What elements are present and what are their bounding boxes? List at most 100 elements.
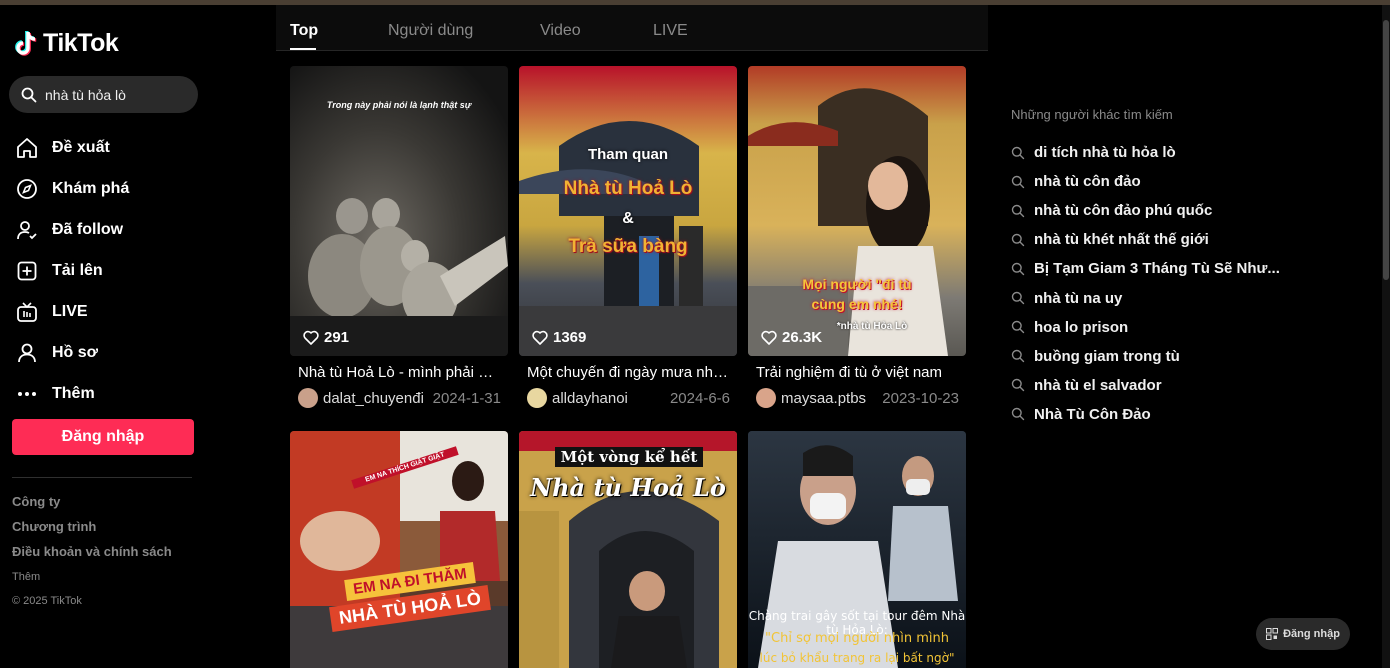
related-search-label: nhà tù na uy xyxy=(1034,289,1123,307)
search-icon xyxy=(1011,175,1025,188)
woman-at-prison-image xyxy=(748,88,948,356)
tab-video[interactable]: Video xyxy=(540,22,581,40)
related-search-item[interactable]: nhà tù côn đảo xyxy=(1011,167,1280,196)
author-name[interactable]: dalat_chuyenđi xyxy=(323,390,425,407)
tab-top[interactable]: Top xyxy=(290,22,318,40)
video-card[interactable]: EM NA THÍCH GIẬT GIẬT EM NA ĐI THĂM NHÀ … xyxy=(290,431,508,668)
footer-link-more[interactable]: Thêm xyxy=(12,569,172,594)
compass-icon xyxy=(16,178,38,200)
search-input[interactable]: nhà tù hỏa lò xyxy=(9,76,198,113)
video-thumbnail[interactable]: Một vòng kể hết Nhà tù Hoả Lò xyxy=(519,431,737,668)
tiktok-logo[interactable]: TikTok xyxy=(15,29,119,58)
search-tabs: Top Người dùng Video LIVE xyxy=(276,5,988,51)
search-icon xyxy=(1011,262,1025,276)
video-thumbnail[interactable]: Mọi người "đi tù cùng em nhé! *nhà tù Hỏ… xyxy=(748,66,966,356)
related-search-item[interactable]: nhà tù el salvador xyxy=(1011,371,1280,400)
related-search-item[interactable]: di tích nhà tù hỏa lò xyxy=(1011,138,1280,167)
related-search-item[interactable]: nhà tù khét nhất thế giới xyxy=(1011,225,1280,254)
search-icon xyxy=(1011,320,1025,334)
nav-label: LIVE xyxy=(52,302,88,320)
search-icon xyxy=(1011,408,1025,421)
search-icon xyxy=(1011,146,1025,159)
search-icon xyxy=(1011,204,1025,217)
avatar[interactable] xyxy=(756,388,776,408)
author-name[interactable]: alldayhanoi xyxy=(552,390,662,407)
nav-label: Thêm xyxy=(52,384,95,402)
search-icon xyxy=(1011,350,1025,363)
search-icon xyxy=(1011,379,1025,392)
related-search-label: nhà tù el salvador xyxy=(1034,376,1162,394)
video-card[interactable]: Mọi người "đi tù cùng em nhé! *nhà tù Hỏ… xyxy=(748,66,966,408)
related-search-item[interactable]: buồng giam trong tù xyxy=(1011,342,1280,371)
heart-icon xyxy=(532,330,548,345)
author-name[interactable]: maysaa.ptbs xyxy=(781,390,874,407)
tab-users[interactable]: Người dùng xyxy=(388,22,473,40)
overlay-line-2: cùng em nhé! xyxy=(811,296,903,312)
video-card[interactable]: Chàng trai gây sốt tại tour đêm Nhà tù H… xyxy=(748,431,966,668)
avatar[interactable] xyxy=(527,388,547,408)
copyright: © 2025 TikTok xyxy=(12,595,82,607)
related-search-item[interactable]: nhà tù na uy xyxy=(1011,283,1280,312)
active-tab-indicator xyxy=(290,48,316,50)
floating-login-button[interactable]: Đăng nhập xyxy=(1256,618,1350,650)
video-card[interactable]: Một vòng kể hết Nhà tù Hoả Lò xyxy=(519,431,737,668)
main-nav: Đề xuất Khám phá Đã follow Tải lên LIVE xyxy=(16,127,129,414)
nav-item-following[interactable]: Đã follow xyxy=(16,209,129,250)
related-search-label: nhà tù côn đảo phú quốc xyxy=(1034,202,1213,220)
video-caption[interactable]: Một chuyến đi ngày mưa như thế này xyxy=(519,364,729,381)
related-search-label: buồng giam trong tù xyxy=(1034,347,1180,365)
related-search-item[interactable]: hoa lo prison xyxy=(1011,313,1280,342)
nav-label: Khám phá xyxy=(52,179,130,197)
video-card[interactable]: Trong này phải nói là lạnh thật sự 291 N… xyxy=(290,66,508,408)
overlay-line-2: Nhà tù Hoả Lò xyxy=(530,473,726,502)
video-caption[interactable]: Nhà tù Hoả Lò - mình phải nói là lạnh th… xyxy=(290,364,500,381)
heart-icon xyxy=(761,330,777,345)
like-count-value: 1369 xyxy=(553,329,587,346)
nav-label: Đã follow xyxy=(52,220,124,238)
overlay-line-3: lúc bỏ khẩu trang ra lại bất ngờ" xyxy=(759,651,955,665)
related-searches-title: Những người khác tìm kiếm xyxy=(1011,107,1173,122)
nav-item-live[interactable]: LIVE xyxy=(16,291,129,332)
footer-link-program[interactable]: Chương trình xyxy=(12,519,172,544)
video-thumbnail[interactable]: EM NA THÍCH GIẬT GIẬT EM NA ĐI THĂM NHÀ … xyxy=(290,431,508,668)
live-icon xyxy=(16,301,38,323)
video-meta: maysaa.ptbs 2023-10-23 xyxy=(748,388,966,408)
footer-link-terms[interactable]: Điều khoản và chính sách xyxy=(12,544,172,569)
brand-name: TikTok xyxy=(43,29,119,57)
post-date: 2024-1-31 xyxy=(432,389,501,407)
video-caption[interactable]: Trải nghiệm đi tù ở việt nam xyxy=(748,364,958,381)
search-query: nhà tù hỏa lò xyxy=(45,86,126,103)
avatar[interactable] xyxy=(298,388,318,408)
related-search-item[interactable]: Nhà Tù Côn Đảo xyxy=(1011,400,1280,429)
video-thumbnail[interactable]: Tham quan Nhà tù Hoả Lò & Trà sữa bàng 1… xyxy=(519,66,737,356)
nav-item-explore[interactable]: Khám phá xyxy=(16,168,129,209)
related-search-item[interactable]: nhà tù côn đảo phú quốc xyxy=(1011,196,1280,225)
login-button[interactable]: Đăng nhập xyxy=(12,419,194,455)
related-search-label: hoa lo prison xyxy=(1034,318,1129,336)
scrollbar-thumb[interactable] xyxy=(1383,20,1389,280)
search-icon xyxy=(1011,291,1025,305)
nav-item-profile[interactable]: Hồ sơ xyxy=(16,332,129,373)
floating-login-label: Đăng nhập xyxy=(1283,628,1340,640)
tab-live[interactable]: LIVE xyxy=(653,22,688,40)
nav-item-for-you[interactable]: Đề xuất xyxy=(16,127,129,168)
related-search-label: di tích nhà tù hỏa lò xyxy=(1034,144,1176,162)
video-thumbnail[interactable]: Chàng trai gây sốt tại tour đêm Nhà tù H… xyxy=(748,431,966,668)
video-card[interactable]: Tham quan Nhà tù Hoả Lò & Trà sữa bàng 1… xyxy=(519,66,737,408)
nav-item-upload[interactable]: Tải lên xyxy=(16,250,129,291)
like-count: 291 xyxy=(303,329,349,346)
nav-label: Đề xuất xyxy=(52,138,110,156)
home-icon xyxy=(16,137,38,159)
more-icon xyxy=(16,383,38,405)
sidebar: TikTok nhà tù hỏa lò Đề xuất Khám phá Đã… xyxy=(0,5,210,668)
video-thumbnail[interactable]: Trong này phải nói là lạnh thật sự 291 xyxy=(290,66,508,356)
footer-links: Công ty Chương trình Điều khoản và chính… xyxy=(12,494,172,594)
post-date: 2023-10-23 xyxy=(882,389,959,407)
related-searches: di tích nhà tù hỏa lò nhà tù côn đảo nhà… xyxy=(1011,138,1280,429)
video-meta: alldayhanoi 2024-6-6 xyxy=(519,388,737,408)
footer-link-company[interactable]: Công ty xyxy=(12,494,172,519)
nav-item-more[interactable]: Thêm xyxy=(16,373,129,414)
related-search-label: Nhà Tù Côn Đảo xyxy=(1034,405,1151,423)
nav-label: Tải lên xyxy=(52,261,103,279)
related-search-item[interactable]: Bị Tạm Giam 3 Tháng Tù Sẽ Như... xyxy=(1011,254,1280,283)
